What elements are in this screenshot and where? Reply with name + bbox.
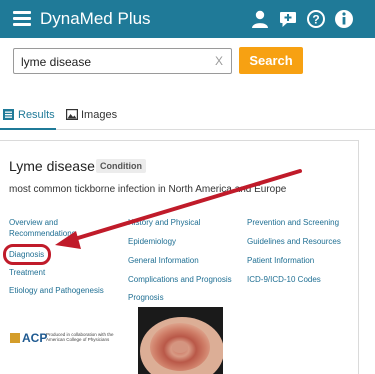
acp-logo: ACP Produced in collaboration with the A… (10, 331, 130, 347)
results-list-icon (3, 109, 14, 120)
tab-results[interactable]: Results (0, 107, 56, 130)
user-icon[interactable] (250, 9, 270, 29)
svg-text:?: ? (312, 13, 319, 27)
condition-badge: Condition (96, 159, 146, 173)
link-overview-and-recommendations[interactable]: Overview and Recommendations (9, 217, 109, 239)
help-icon[interactable]: ? (306, 9, 326, 29)
link-epidemiology[interactable]: Epidemiology (128, 236, 176, 247)
acp-letters: ACP (22, 331, 48, 345)
brand-logo[interactable]: DynaMed Plus (40, 9, 151, 29)
info-icon[interactable] (334, 9, 354, 29)
clear-search-icon[interactable]: X (215, 54, 223, 68)
acp-mark-icon (10, 333, 20, 343)
chat-icon[interactable] (278, 9, 298, 29)
link-prognosis[interactable]: Prognosis (128, 292, 164, 303)
hamburger-menu-icon[interactable] (13, 11, 31, 26)
tab-results-label: Results (18, 109, 55, 121)
link-patient-information[interactable]: Patient Information (247, 255, 314, 266)
tab-images-label: Images (81, 109, 118, 121)
search-field[interactable]: X (13, 48, 232, 74)
topic-description: most common tickborne infection in North… (9, 184, 287, 195)
search-input[interactable] (21, 53, 211, 70)
top-bar: DynaMed Plus ? (0, 0, 375, 38)
search-button[interactable]: Search (239, 47, 303, 74)
link-etiology-and-pathogenesis[interactable]: Etiology and Pathogenesis (9, 285, 104, 296)
tab-bar: Results Images (0, 97, 375, 130)
erythema-migrans-photo[interactable] (138, 307, 223, 374)
link-complications-and-prognosis[interactable]: Complications and Prognosis (128, 274, 232, 285)
link-general-information[interactable]: General Information (128, 255, 199, 266)
diagnosis-highlight-circle (3, 244, 51, 265)
link-prevention-and-screening[interactable]: Prevention and Screening (247, 217, 339, 228)
topic-card: Lyme disease Condition most common tickb… (0, 140, 359, 374)
tab-images[interactable]: Images (66, 107, 126, 130)
link-icd-codes[interactable]: ICD-9/ICD-10 Codes (247, 274, 321, 285)
acp-collaboration-text: Produced in collaboration with the Ameri… (46, 332, 114, 342)
images-icon (66, 109, 78, 120)
link-treatment[interactable]: Treatment (9, 267, 45, 278)
link-history-and-physical[interactable]: History and Physical (128, 217, 200, 228)
topic-title[interactable]: Lyme disease (9, 158, 95, 174)
link-guidelines-and-resources[interactable]: Guidelines and Resources (247, 236, 341, 247)
